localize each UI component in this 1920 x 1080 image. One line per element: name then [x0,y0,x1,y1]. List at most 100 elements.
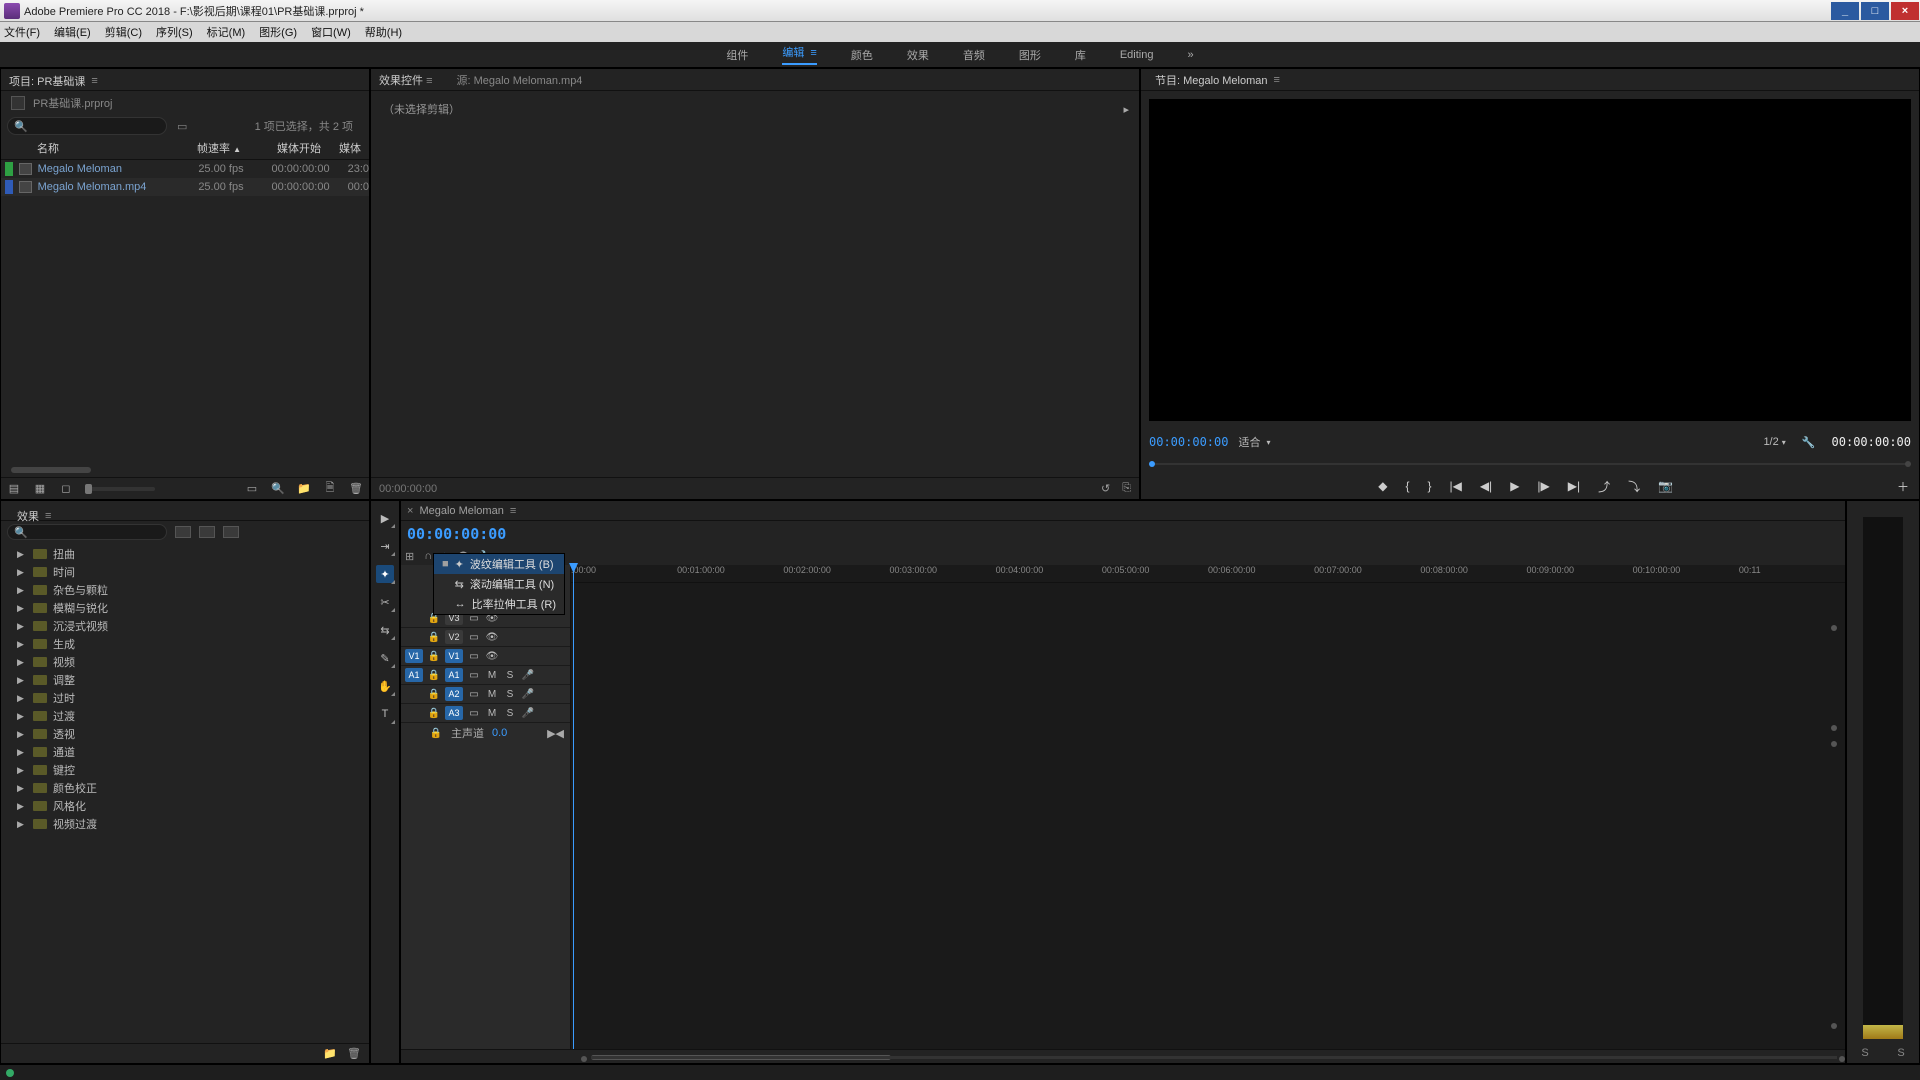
lock-icon[interactable]: 🔒 [427,670,441,681]
razor-tool[interactable]: ✂ [376,593,394,611]
voice-icon[interactable]: 🎤 [521,689,535,700]
ws-editing[interactable]: 编辑≡ [782,44,816,65]
expand-icon[interactable]: ▶◀ [547,727,570,740]
step-forward-button[interactable]: |▶ [1537,479,1549,493]
time-ruler[interactable]: :00:0000:01:00:0000:02:00:0000:03:00:000… [571,565,1845,583]
preset-filter-icon[interactable] [199,526,215,538]
ws-audio[interactable]: 音频 [963,47,985,63]
timeline-timecode[interactable]: 00:00:00:00 [407,525,506,543]
lift-button[interactable]: ⤴ [1598,478,1610,495]
menu-sequence[interactable]: 序列(S) [156,24,193,40]
go-to-out-button[interactable]: ▶| [1568,479,1580,493]
source-patch[interactable]: V1 [405,649,423,663]
project-search-input[interactable]: 🔍 [7,117,167,135]
asset-row[interactable]: Megalo Meloman 25.00 fps 00:00:00:00 23:… [1,160,369,178]
col-start[interactable]: 媒体开始 [241,140,321,156]
program-monitor[interactable] [1149,99,1911,421]
maximize-button[interactable]: □ [1861,2,1889,20]
col-fps[interactable]: 帧速率 ▲ [181,140,241,156]
effects-folder[interactable]: ▶模糊与锐化 [1,599,369,617]
voice-icon[interactable]: 🎤 [521,708,535,719]
out-marker[interactable] [1905,461,1911,467]
source-patch[interactable]: A1 [405,668,423,682]
loop-icon[interactable]: ↺ [1101,482,1110,495]
v-zoom-handle[interactable] [1831,741,1837,747]
effects-folder[interactable]: ▶风格化 [1,797,369,815]
rate-stretch-item[interactable]: ■↔比率拉伸工具 (R) [434,594,564,614]
find-icon[interactable]: 🔍 [271,482,285,496]
track-v2[interactable]: 🔒V2▭👁 [401,628,570,647]
export-frame-button[interactable]: 📷 [1658,479,1673,493]
preset-filter-icon[interactable] [223,526,239,538]
button-editor-button[interactable]: ＋ [1897,478,1909,495]
lock-icon[interactable]: 🔒 [427,708,441,719]
ws-overflow[interactable]: » [1187,49,1193,61]
ws-graphics[interactable]: 图形 [1019,47,1041,63]
freeform-view-icon[interactable]: ◻ [59,482,73,496]
playhead[interactable] [573,565,574,1049]
effects-folder[interactable]: ▶过时 [1,689,369,707]
list-view-icon[interactable]: ▤ [7,482,21,496]
panel-menu-icon[interactable]: ≡ [91,75,97,87]
auto-seq-icon[interactable]: ▭ [245,482,259,496]
pen-tool[interactable]: ✎ [376,649,394,667]
ws-assembly[interactable]: 组件 [726,47,748,63]
step-back-button[interactable]: ◀| [1480,479,1492,493]
label-swatch[interactable] [5,162,13,176]
lock-icon[interactable]: 🔒 [427,689,441,700]
icon-view-icon[interactable]: ▦ [33,482,47,496]
settings-icon[interactable]: 🔧 [1802,436,1816,449]
panel-menu-icon[interactable]: ≡ [426,75,432,87]
effects-folder[interactable]: ▶过渡 [1,707,369,725]
disclosure-icon[interactable]: ▸ [1123,103,1129,116]
solo-left[interactable]: S [1861,1047,1868,1059]
effects-folder[interactable]: ▶透视 [1,725,369,743]
project-tab[interactable]: 项目: PR基础课 ≡ [1,69,106,93]
lock-icon[interactable]: 🔒 [427,651,441,662]
ws-menu-icon[interactable]: ≡ [810,47,816,59]
effects-folder[interactable]: ▶颜色校正 [1,779,369,797]
eye-icon[interactable]: 👁 [485,632,499,643]
menu-file[interactable]: 文件(F) [4,24,40,40]
preset-filter-icon[interactable] [175,526,191,538]
close-button[interactable]: × [1891,2,1919,20]
panel-menu-icon[interactable]: ≡ [1274,74,1280,86]
effects-folder[interactable]: ▶沉浸式视频 [1,617,369,635]
effects-folder[interactable]: ▶通道 [1,743,369,761]
sync-lock-icon[interactable]: ▭ [467,651,481,662]
eye-icon[interactable]: 👁 [485,651,499,662]
sync-lock-icon[interactable]: ▭ [467,689,481,700]
effects-folder[interactable]: ▶键控 [1,761,369,779]
ripple-edit-item[interactable]: ■✦波纹编辑工具 (B) [434,554,564,574]
track-select-tool[interactable]: ⇥ [376,537,394,555]
solo-right[interactable]: S [1897,1047,1904,1059]
scroll-end[interactable] [1839,1056,1845,1062]
new-bin-icon[interactable]: 📁 [323,1047,337,1060]
ws-effects[interactable]: 效果 [907,47,929,63]
minimize-button[interactable]: _ [1831,2,1859,20]
v-zoom-handle[interactable] [1831,1023,1837,1029]
effects-folder[interactable]: ▶扭曲 [1,545,369,563]
track-a1[interactable]: A1🔒A1▭MS🎤 [401,666,570,685]
effects-folder[interactable]: ▶调整 [1,671,369,689]
new-bin-icon[interactable]: 📁 [297,482,311,496]
resolution-dropdown[interactable]: 1/2 ▾ [1763,436,1785,448]
mark-out-button[interactable]: } [1427,479,1431,493]
col-name[interactable]: 名称 [1,140,181,156]
zoom-slider[interactable] [85,487,155,491]
track-a2[interactable]: 🔒A2▭MS🎤 [401,685,570,704]
effects-folder[interactable]: ▶杂色与颗粒 [1,581,369,599]
program-tab[interactable]: 节目: Megalo Meloman ≡ [1147,69,1288,90]
menu-help[interactable]: 帮助(H) [365,24,402,40]
v-zoom-handle[interactable] [1831,725,1837,731]
snap-icon[interactable]: ⊞ [405,550,414,563]
playhead-handle[interactable] [1149,461,1155,467]
effects-folder[interactable]: ▶视频 [1,653,369,671]
effects-folder[interactable]: ▶视频过渡 [1,815,369,833]
asset-row[interactable]: Megalo Meloman.mp4 25.00 fps 00:00:00:00… [1,178,369,196]
add-marker-button[interactable]: ◆ [1378,479,1387,493]
panel-menu-icon[interactable]: ≡ [510,505,516,517]
delete-icon[interactable]: 🗑 [349,482,363,496]
master-track[interactable]: 🔒主声道0.0▶◀ [401,723,570,743]
delete-icon[interactable]: 🗑 [347,1047,361,1060]
